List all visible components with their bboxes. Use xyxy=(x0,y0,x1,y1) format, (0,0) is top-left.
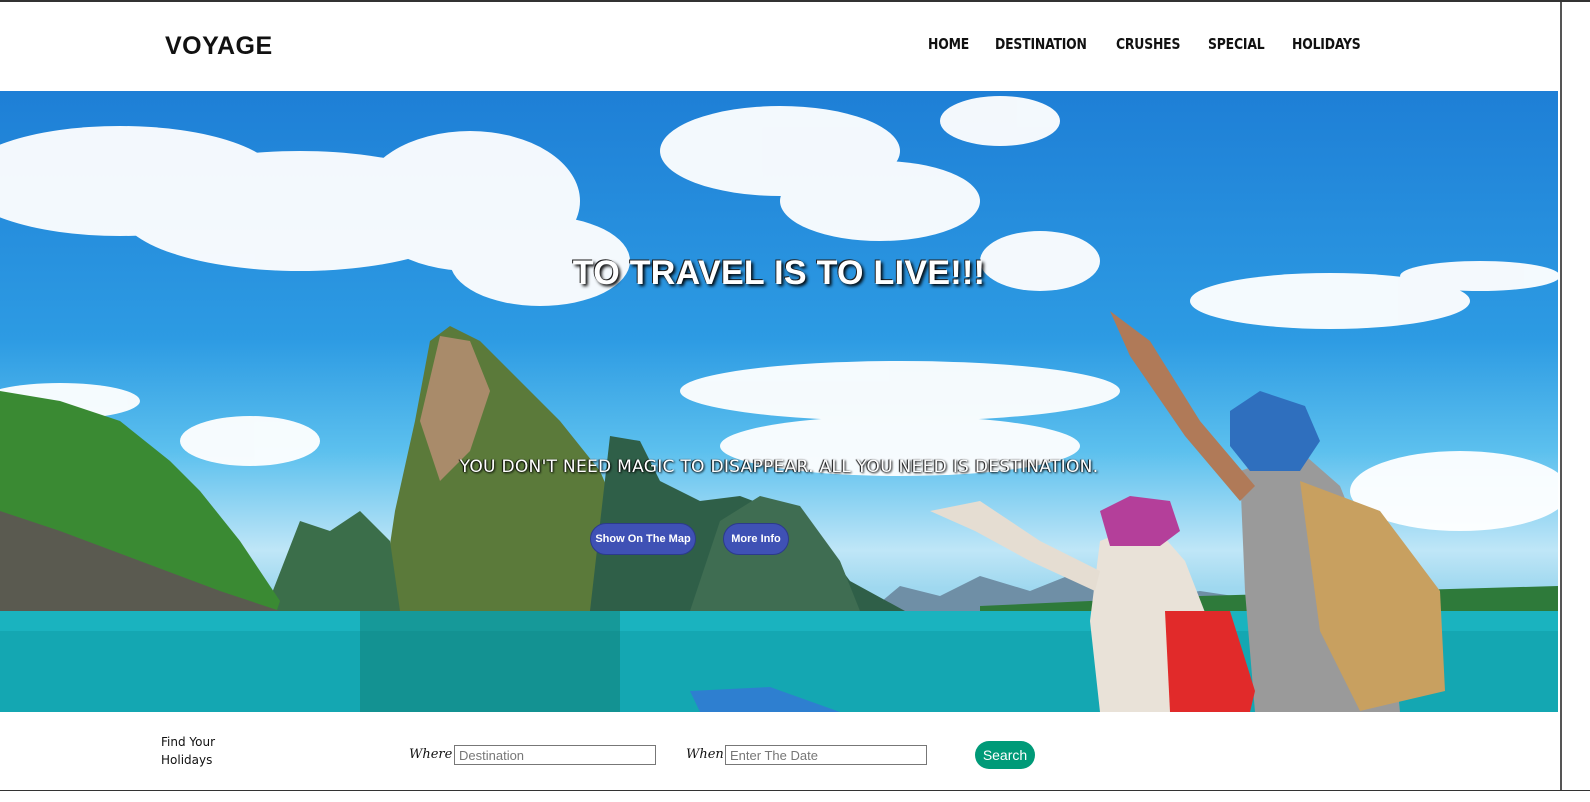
search-caption-line2: Holidays xyxy=(161,753,213,767)
brand-logo[interactable]: VOYAGE xyxy=(165,32,273,61)
hero-title: TO TRAVEL IS TO LIVE!!! xyxy=(572,254,986,292)
where-label: Where xyxy=(409,747,453,762)
more-info-button[interactable]: More Info xyxy=(723,523,789,555)
main-nav: HOME DESTINATION CRUSHES SPECIAL HOLIDAY… xyxy=(928,35,1366,53)
bottom-border xyxy=(0,790,1590,791)
window-right-edge xyxy=(1560,2,1562,790)
hero-subtitle: YOU DON'T NEED MAGIC TO DISAPPEAR. ALL Y… xyxy=(459,457,1099,477)
destination-input[interactable] xyxy=(454,745,656,765)
nav-special[interactable]: SPECIAL xyxy=(1208,35,1265,53)
search-caption: Find Your Holidays xyxy=(161,733,251,769)
date-input[interactable] xyxy=(725,745,927,765)
nav-home[interactable]: HOME xyxy=(928,35,969,53)
when-label: When xyxy=(686,747,724,762)
hero-background-image xyxy=(0,96,1558,712)
hero-banner: TO TRAVEL IS TO LIVE!!! YOU DON'T NEED M… xyxy=(0,91,1558,712)
nav-crushes[interactable]: CRUSHES xyxy=(1116,35,1180,53)
show-on-map-button[interactable]: Show On The Map xyxy=(590,523,696,555)
holiday-search-bar: Find Your Holidays Where When Search xyxy=(0,712,1560,790)
search-caption-line1: Find Your xyxy=(161,735,216,749)
nav-holidays[interactable]: HOLIDAYS xyxy=(1292,35,1361,53)
top-navbar: VOYAGE HOME DESTINATION CRUSHES SPECIAL … xyxy=(0,2,1560,91)
search-button[interactable]: Search xyxy=(975,741,1035,769)
nav-destination[interactable]: DESTINATION xyxy=(995,35,1087,53)
